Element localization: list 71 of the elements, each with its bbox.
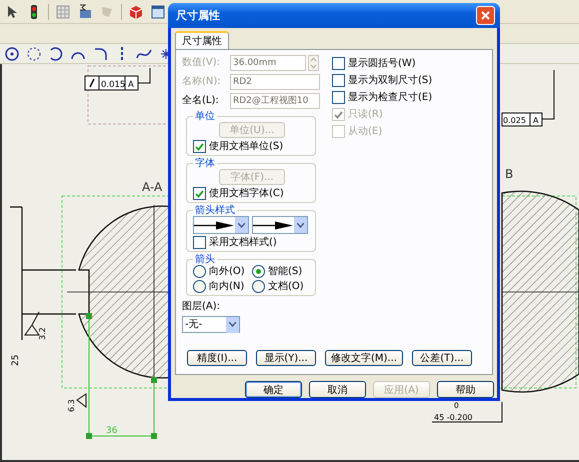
caret-icon xyxy=(238,222,245,228)
sum-icon[interactable] xyxy=(77,4,93,20)
radio-button[interactable] xyxy=(193,265,206,278)
group-title: 箭头 xyxy=(194,254,216,265)
window-title: 尺寸属性 xyxy=(176,8,220,23)
arc-icon[interactable] xyxy=(48,46,64,62)
roughness-symbol xyxy=(24,312,40,336)
dimension-value: 36 xyxy=(106,426,118,436)
arrow-style-dropdown[interactable] xyxy=(252,216,308,234)
radio-button[interactable] xyxy=(252,280,265,293)
tolerance-value: 0.015 xyxy=(101,80,126,90)
checkbox-label[interactable]: 采用文档样式() xyxy=(209,236,277,248)
input-field[interactable]: RD2@工程视图10 xyxy=(230,92,320,108)
checkbox-label[interactable]: 显示为双制尺寸(S) xyxy=(348,74,432,86)
window-icon[interactable] xyxy=(150,4,166,20)
checkbox[interactable] xyxy=(332,91,345,104)
dialog-button[interactable]: 公差(T)... xyxy=(412,350,472,366)
close-icon xyxy=(481,11,490,20)
field-label: 名称(N): xyxy=(182,76,222,88)
dimension-value: 45 -0.200 xyxy=(434,413,473,422)
checkbox[interactable] xyxy=(332,74,345,87)
dimension-value: 25 xyxy=(11,354,21,366)
checkbox[interactable] xyxy=(193,236,206,249)
checkbox[interactable] xyxy=(193,140,206,153)
caret-icon xyxy=(229,322,236,327)
tolerance-frame[interactable] xyxy=(84,68,150,90)
arrow-icon xyxy=(253,220,293,230)
radio-button[interactable] xyxy=(252,265,265,278)
roughness-symbol xyxy=(76,393,86,408)
dimension-line xyxy=(432,402,502,422)
field-label: 全名(L): xyxy=(182,94,220,106)
checkbox-label[interactable]: 显示圆括号(W) xyxy=(348,58,416,70)
radio-button[interactable] xyxy=(193,280,206,293)
group-title: 单位 xyxy=(194,111,216,122)
view-title: B xyxy=(505,167,514,181)
datum-label: A xyxy=(128,80,134,90)
tolerance-value: 0.025 xyxy=(503,116,526,125)
close-button[interactable] xyxy=(476,6,495,25)
cube-icon[interactable] xyxy=(128,4,144,20)
group-title: 箭头样式 xyxy=(194,205,236,216)
field-label: 图层(A): xyxy=(182,301,220,313)
dialog-button[interactable]: 精度(I)... xyxy=(187,350,247,366)
dialog-button[interactable]: 确定 xyxy=(245,381,302,398)
tab[interactable]: 尺寸属性 xyxy=(175,31,229,49)
circle-icon[interactable] xyxy=(4,46,20,62)
checkbox-label[interactable]: 使用文档字体(C) xyxy=(209,188,284,200)
group-title: 字体 xyxy=(194,158,216,169)
field-label: 数值(V): xyxy=(182,56,222,68)
checkbox[interactable] xyxy=(193,187,206,200)
roughness-value: 3.2 xyxy=(38,327,47,340)
view-title: A-A xyxy=(142,180,162,194)
caret-icon xyxy=(297,222,304,228)
dialog-button[interactable]: 取消 xyxy=(309,381,366,398)
radio-label[interactable]: 向外(O) xyxy=(209,266,245,278)
radio-label[interactable]: 向内(N) xyxy=(209,280,244,292)
layer-dropdown[interactable]: -无- xyxy=(182,316,240,333)
circle-icon[interactable] xyxy=(26,46,42,62)
radio-label[interactable]: 文档(O) xyxy=(268,280,304,292)
datum-label: A xyxy=(533,116,538,125)
dialog-button[interactable]: 修改文字(M)... xyxy=(325,350,403,366)
checkbox-label[interactable]: 显示为检查尺寸(E) xyxy=(348,92,432,104)
checkbox-label[interactable]: 使用文档单位(S) xyxy=(209,140,284,152)
arc-icon[interactable] xyxy=(92,46,108,62)
tolerance-frame[interactable] xyxy=(502,70,554,126)
dialog-button[interactable]: 显示(Y)... xyxy=(256,350,316,366)
dialog-button[interactable]: 帮助 xyxy=(437,381,494,398)
roughness-value: 6.3 xyxy=(67,399,76,412)
radio-label[interactable]: 智能(S) xyxy=(268,266,302,278)
arrow-style-dropdown[interactable] xyxy=(193,216,249,234)
checkbox[interactable] xyxy=(332,57,345,70)
arrow-icon xyxy=(194,220,234,230)
